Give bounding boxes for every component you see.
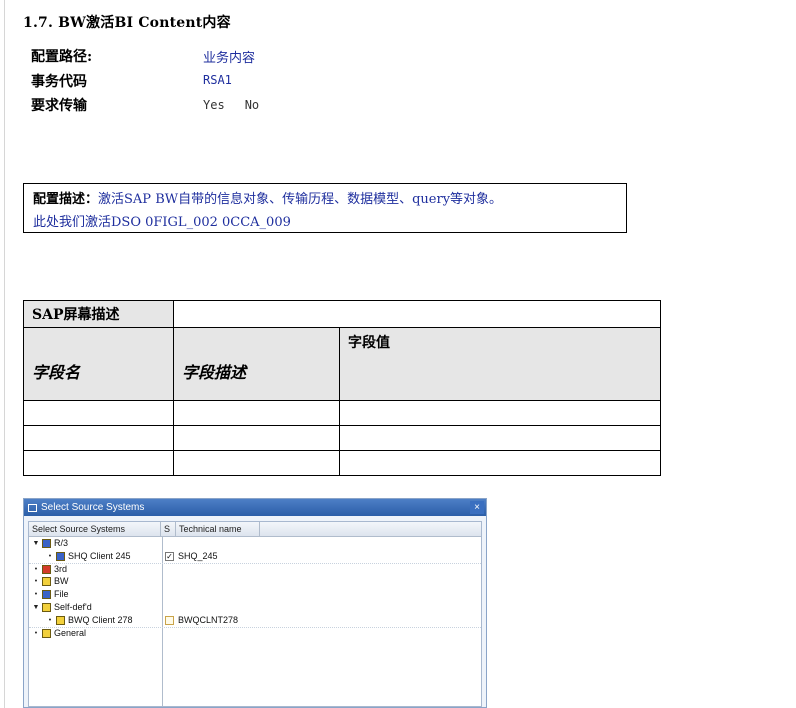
field-table: SAP屏幕描述 字段名 字段描述 字段值 bbox=[23, 300, 661, 476]
sap-column-header: Select Source Systems S Technical name bbox=[29, 522, 481, 537]
description-line-1: 配置描述：激活SAP BW自带的信息对象、传输历程、数据模型、query等对象。 bbox=[33, 188, 617, 211]
tree-node-label: General bbox=[54, 627, 87, 638]
leaf-bullet-icon: • bbox=[34, 578, 38, 586]
technical-name: SHQ_245 bbox=[178, 550, 218, 561]
transport-no: No bbox=[244, 98, 260, 112]
technical-name: BWQCLNT278 bbox=[178, 614, 239, 625]
table-row bbox=[23, 425, 661, 451]
tree-row[interactable]: • BW bbox=[29, 575, 481, 588]
tree-row[interactable]: • 3rd bbox=[29, 563, 481, 576]
field-name-header: 字段名 bbox=[23, 327, 174, 401]
description-text: 激活SAP BW自带的信息对象、传输历程、数据模型、query等对象。 bbox=[98, 192, 503, 207]
sap-window-title: Select Source Systems bbox=[41, 502, 145, 513]
leaf-bullet-icon: • bbox=[48, 552, 52, 560]
leaf-bullet-icon: • bbox=[34, 565, 38, 573]
transport-options: Yes No bbox=[203, 98, 259, 112]
col-header-technical-name[interactable]: Technical name bbox=[176, 522, 260, 536]
field-value-header: 字段值 bbox=[339, 327, 661, 401]
source-system-icon bbox=[42, 603, 51, 612]
tree-node-label: Self-def'd bbox=[54, 602, 92, 612]
source-system-icon bbox=[56, 551, 65, 561]
source-system-icon bbox=[42, 628, 51, 638]
expand-arrow-icon[interactable]: ▼ bbox=[32, 601, 40, 614]
source-system-icon bbox=[56, 615, 65, 625]
selection-checkbox[interactable]: ✓ bbox=[165, 551, 174, 561]
tree-node-label: 3rd bbox=[54, 563, 68, 574]
leaf-bullet-icon: • bbox=[34, 591, 38, 599]
section-heading: 1.7. BW激活BI Content内容 bbox=[23, 15, 231, 31]
tree-node-label: BW bbox=[54, 576, 69, 587]
table-row bbox=[23, 450, 661, 476]
page-left-border bbox=[4, 0, 5, 708]
sap-tree-panel: Select Source Systems S Technical name ▼… bbox=[28, 521, 482, 707]
col-header-s[interactable]: S bbox=[161, 522, 176, 536]
source-system-icon bbox=[42, 590, 51, 600]
tree-row[interactable]: ▼ Self-def'd bbox=[29, 601, 481, 614]
leaf-bullet-icon: • bbox=[34, 629, 38, 637]
config-description-box: 配置描述：激活SAP BW自带的信息对象、传输历程、数据模型、query等对象。… bbox=[23, 183, 627, 233]
transport-yes: Yes bbox=[203, 98, 225, 112]
config-path-value: 业务内容 bbox=[203, 51, 256, 66]
description-label: 配置描述： bbox=[33, 192, 99, 207]
tree-row[interactable]: ▼ R/3 bbox=[29, 537, 481, 550]
sap-source-systems-window: Select Source Systems × Select Source Sy… bbox=[23, 498, 487, 708]
field-desc-header: 字段描述 bbox=[173, 327, 340, 401]
selection-checkbox[interactable] bbox=[165, 615, 174, 625]
window-icon bbox=[28, 503, 37, 512]
screen-desc-label: SAP屏幕描述 bbox=[23, 300, 174, 328]
source-system-icon bbox=[42, 564, 51, 574]
table-row bbox=[23, 400, 661, 426]
tree-node-label: SHQ Client 245 bbox=[68, 550, 131, 561]
source-system-icon bbox=[42, 539, 51, 548]
source-system-icon bbox=[42, 577, 51, 587]
config-path-label: 配置路径: bbox=[31, 49, 93, 65]
tree-node-label: File bbox=[54, 589, 69, 600]
description-line-2: 此处我们激活DSO 0FIGL_002 0CCA_009 bbox=[33, 215, 291, 230]
tcode-label: 事务代码 bbox=[31, 74, 87, 90]
sap-title-bar: Select Source Systems × bbox=[24, 499, 486, 516]
screen-desc-value bbox=[173, 300, 661, 328]
tree-node-label: R/3 bbox=[54, 538, 69, 548]
transport-label: 要求传输 bbox=[31, 98, 87, 114]
col-header-systems[interactable]: Select Source Systems bbox=[29, 522, 161, 536]
tree-node-label: BWQ Client 278 bbox=[68, 614, 133, 625]
tree-row[interactable]: • General bbox=[29, 627, 481, 640]
tree-row[interactable]: • File bbox=[29, 588, 481, 601]
close-icon[interactable]: × bbox=[470, 501, 484, 514]
expand-arrow-icon[interactable]: ▼ bbox=[32, 537, 40, 550]
tcode-value: RSA1 bbox=[203, 73, 232, 87]
leaf-bullet-icon: • bbox=[48, 616, 52, 624]
